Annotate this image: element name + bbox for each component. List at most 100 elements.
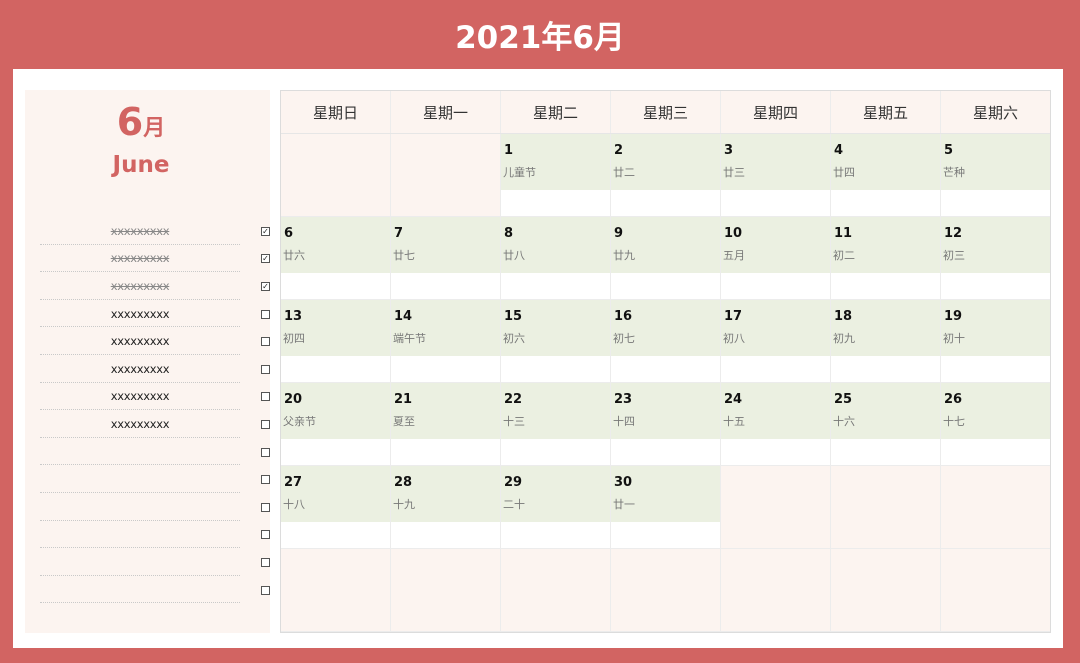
unchecked-checkbox[interactable] (261, 585, 270, 595)
day-cell[interactable]: 23 十四 (611, 383, 721, 466)
day-notes-area[interactable] (501, 273, 610, 299)
day-notes-area[interactable] (941, 190, 1050, 216)
day-notes-area[interactable] (391, 273, 500, 299)
day-number: 3 (724, 143, 734, 158)
day-cell[interactable]: 21 夏至 (391, 383, 501, 466)
day-notes-area[interactable] (611, 273, 720, 299)
day-cell[interactable]: 28 十九 (391, 466, 501, 549)
day-cell[interactable]: 30 廿一 (611, 466, 721, 549)
day-cell[interactable]: 4 廿四 (831, 134, 941, 217)
day-notes-area[interactable] (941, 273, 1050, 299)
day-notes-area[interactable] (611, 439, 720, 465)
day-notes-area[interactable] (721, 439, 830, 465)
day-cell[interactable]: 16 初七 (611, 300, 721, 383)
month-english: June (112, 152, 170, 178)
week-row: 6 廿六 7 廿七 8 廿八 9 廿九 10 五月 11 初二 12 初三 (281, 217, 1050, 300)
day-cell[interactable]: 26 十七 (941, 383, 1050, 466)
day-cell[interactable]: 22 十三 (501, 383, 611, 466)
day-cell[interactable]: 25 十六 (831, 383, 941, 466)
day-cell[interactable]: 14 端午节 (391, 300, 501, 383)
lunar-date: 十五 (723, 415, 745, 428)
checked-checkbox[interactable]: ✓ (261, 254, 270, 264)
day-notes-area[interactable] (611, 356, 720, 382)
empty-day-cell (281, 549, 391, 632)
todo-text[interactable]: xxxxxxxxx (40, 307, 240, 321)
lunar-date: 廿三 (723, 166, 745, 179)
day-notes-area[interactable] (721, 356, 830, 382)
todo-text[interactable]: xxxxxxxxx (40, 362, 240, 376)
day-cell[interactable]: 7 廿七 (391, 217, 501, 300)
unchecked-checkbox[interactable] (261, 557, 270, 567)
todo-text[interactable]: xxxxxxxxx (40, 251, 240, 265)
day-cell[interactable]: 6 廿六 (281, 217, 391, 300)
day-notes-area[interactable] (501, 356, 610, 382)
day-notes-area[interactable] (501, 522, 610, 548)
unchecked-checkbox[interactable] (261, 419, 270, 429)
checked-checkbox[interactable]: ✓ (261, 226, 270, 236)
day-cell[interactable]: 17 初八 (721, 300, 831, 383)
day-cell[interactable]: 8 廿八 (501, 217, 611, 300)
unchecked-checkbox[interactable] (261, 309, 270, 319)
day-notes-area[interactable] (721, 190, 830, 216)
todo-item: xxxxxxxxx (40, 383, 270, 411)
day-notes-area[interactable] (501, 439, 610, 465)
day-cell[interactable]: 3 廿三 (721, 134, 831, 217)
day-cell[interactable]: 13 初四 (281, 300, 391, 383)
checked-checkbox[interactable]: ✓ (261, 281, 270, 291)
unchecked-checkbox[interactable] (261, 475, 270, 485)
day-notes-area[interactable] (611, 190, 720, 216)
day-header-band (831, 134, 940, 190)
todo-item: xxxxxxxxx ✓ (40, 272, 270, 300)
unchecked-checkbox[interactable] (261, 337, 270, 347)
day-notes-area[interactable] (281, 273, 390, 299)
day-cell[interactable]: 24 十五 (721, 383, 831, 466)
day-notes-area[interactable] (281, 439, 390, 465)
todo-text[interactable]: xxxxxxxxx (40, 389, 240, 403)
day-cell[interactable]: 1 儿童节 (501, 134, 611, 217)
lunar-date: 二十 (503, 498, 525, 511)
day-notes-area[interactable] (831, 356, 940, 382)
day-cell[interactable]: 20 父亲节 (281, 383, 391, 466)
day-notes-area[interactable] (721, 273, 830, 299)
day-cell[interactable]: 2 廿二 (611, 134, 721, 217)
day-notes-area[interactable] (611, 522, 720, 548)
day-cell[interactable]: 15 初六 (501, 300, 611, 383)
day-header-band (391, 217, 500, 273)
day-cell[interactable]: 5 芒种 (941, 134, 1050, 217)
day-notes-area[interactable] (391, 356, 500, 382)
day-notes-area[interactable] (941, 356, 1050, 382)
day-cell[interactable]: 27 十八 (281, 466, 391, 549)
empty-day-cell (831, 466, 941, 549)
todo-text[interactable]: xxxxxxxxx (40, 279, 240, 293)
day-number: 30 (614, 475, 633, 490)
unchecked-checkbox[interactable] (261, 364, 270, 374)
day-notes-area[interactable] (831, 273, 940, 299)
day-cell[interactable]: 12 初三 (941, 217, 1050, 300)
todo-item: xxxxxxxxx ✓ (40, 217, 270, 245)
day-notes-area[interactable] (831, 439, 940, 465)
day-cell[interactable]: 10 五月 (721, 217, 831, 300)
day-cell[interactable]: 29 二十 (501, 466, 611, 549)
lunar-date: 儿童节 (503, 166, 536, 179)
day-notes-area[interactable] (831, 190, 940, 216)
day-cell[interactable]: 18 初九 (831, 300, 941, 383)
todo-item: xxxxxxxxx (40, 410, 270, 438)
lunar-date: 夏至 (393, 415, 415, 428)
unchecked-checkbox[interactable] (261, 530, 270, 540)
day-cell[interactable]: 9 廿九 (611, 217, 721, 300)
todo-text[interactable]: xxxxxxxxx (40, 417, 240, 431)
unchecked-checkbox[interactable] (261, 502, 270, 512)
day-notes-area[interactable] (391, 439, 500, 465)
todo-text[interactable]: xxxxxxxxx (40, 334, 240, 348)
day-notes-area[interactable] (281, 356, 390, 382)
unchecked-checkbox[interactable] (261, 392, 270, 402)
day-cell[interactable]: 11 初二 (831, 217, 941, 300)
day-cell[interactable]: 19 初十 (941, 300, 1050, 383)
day-notes-area[interactable] (501, 190, 610, 216)
todo-text[interactable]: xxxxxxxxx (40, 224, 240, 238)
unchecked-checkbox[interactable] (261, 447, 270, 457)
day-notes-area[interactable] (941, 439, 1050, 465)
day-notes-area[interactable] (391, 522, 500, 548)
day-notes-area[interactable] (281, 522, 390, 548)
day-header-band (281, 217, 390, 273)
